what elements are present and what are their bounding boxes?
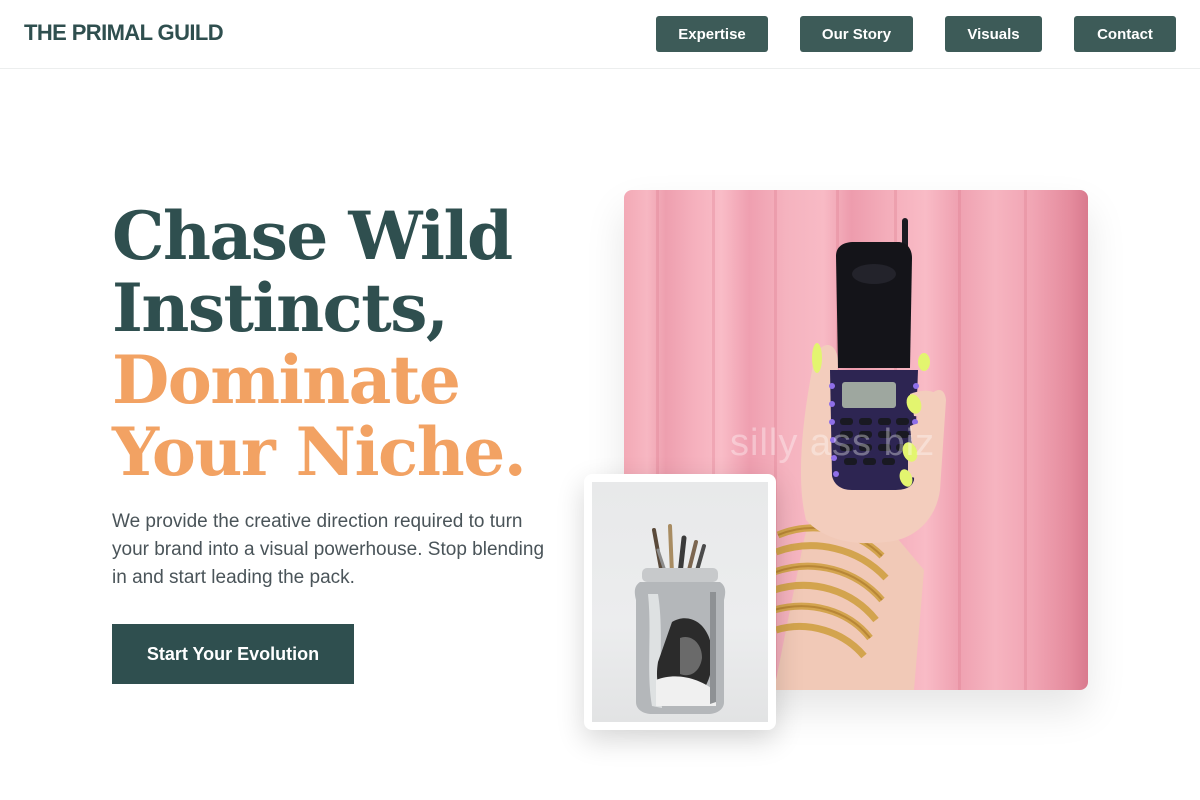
hero-intro-text: We provide the creative direction requir… xyxy=(112,511,545,588)
image-watermark: silly ass biz xyxy=(730,422,936,464)
hero-secondary-image-card xyxy=(584,474,776,730)
hero-headline: Chase Wild Instincts, Dominate Your Nich… xyxy=(112,200,592,488)
nav-contact-button[interactable]: Contact xyxy=(1074,16,1176,52)
headline-line-3: Dominate xyxy=(112,341,461,419)
headline-line-1: Chase Wild xyxy=(112,197,513,275)
headline-line-4: Your Niche. xyxy=(112,413,527,491)
brand-logo[interactable]: THE PRIMAL GUILD xyxy=(24,20,224,46)
brush-jar-illustration xyxy=(634,524,726,714)
start-evolution-button[interactable]: Start Your Evolution xyxy=(112,624,354,684)
headline-line-2: Instincts, xyxy=(112,269,449,347)
site-header: THE PRIMAL GUILD Expertise Our Story Vis… xyxy=(0,0,1200,69)
nav-visuals-button[interactable]: Visuals xyxy=(945,16,1042,52)
nav-expertise-button[interactable]: Expertise xyxy=(656,16,768,52)
nav-our-story-button[interactable]: Our Story xyxy=(800,16,913,52)
brush-jar-image xyxy=(592,482,768,722)
